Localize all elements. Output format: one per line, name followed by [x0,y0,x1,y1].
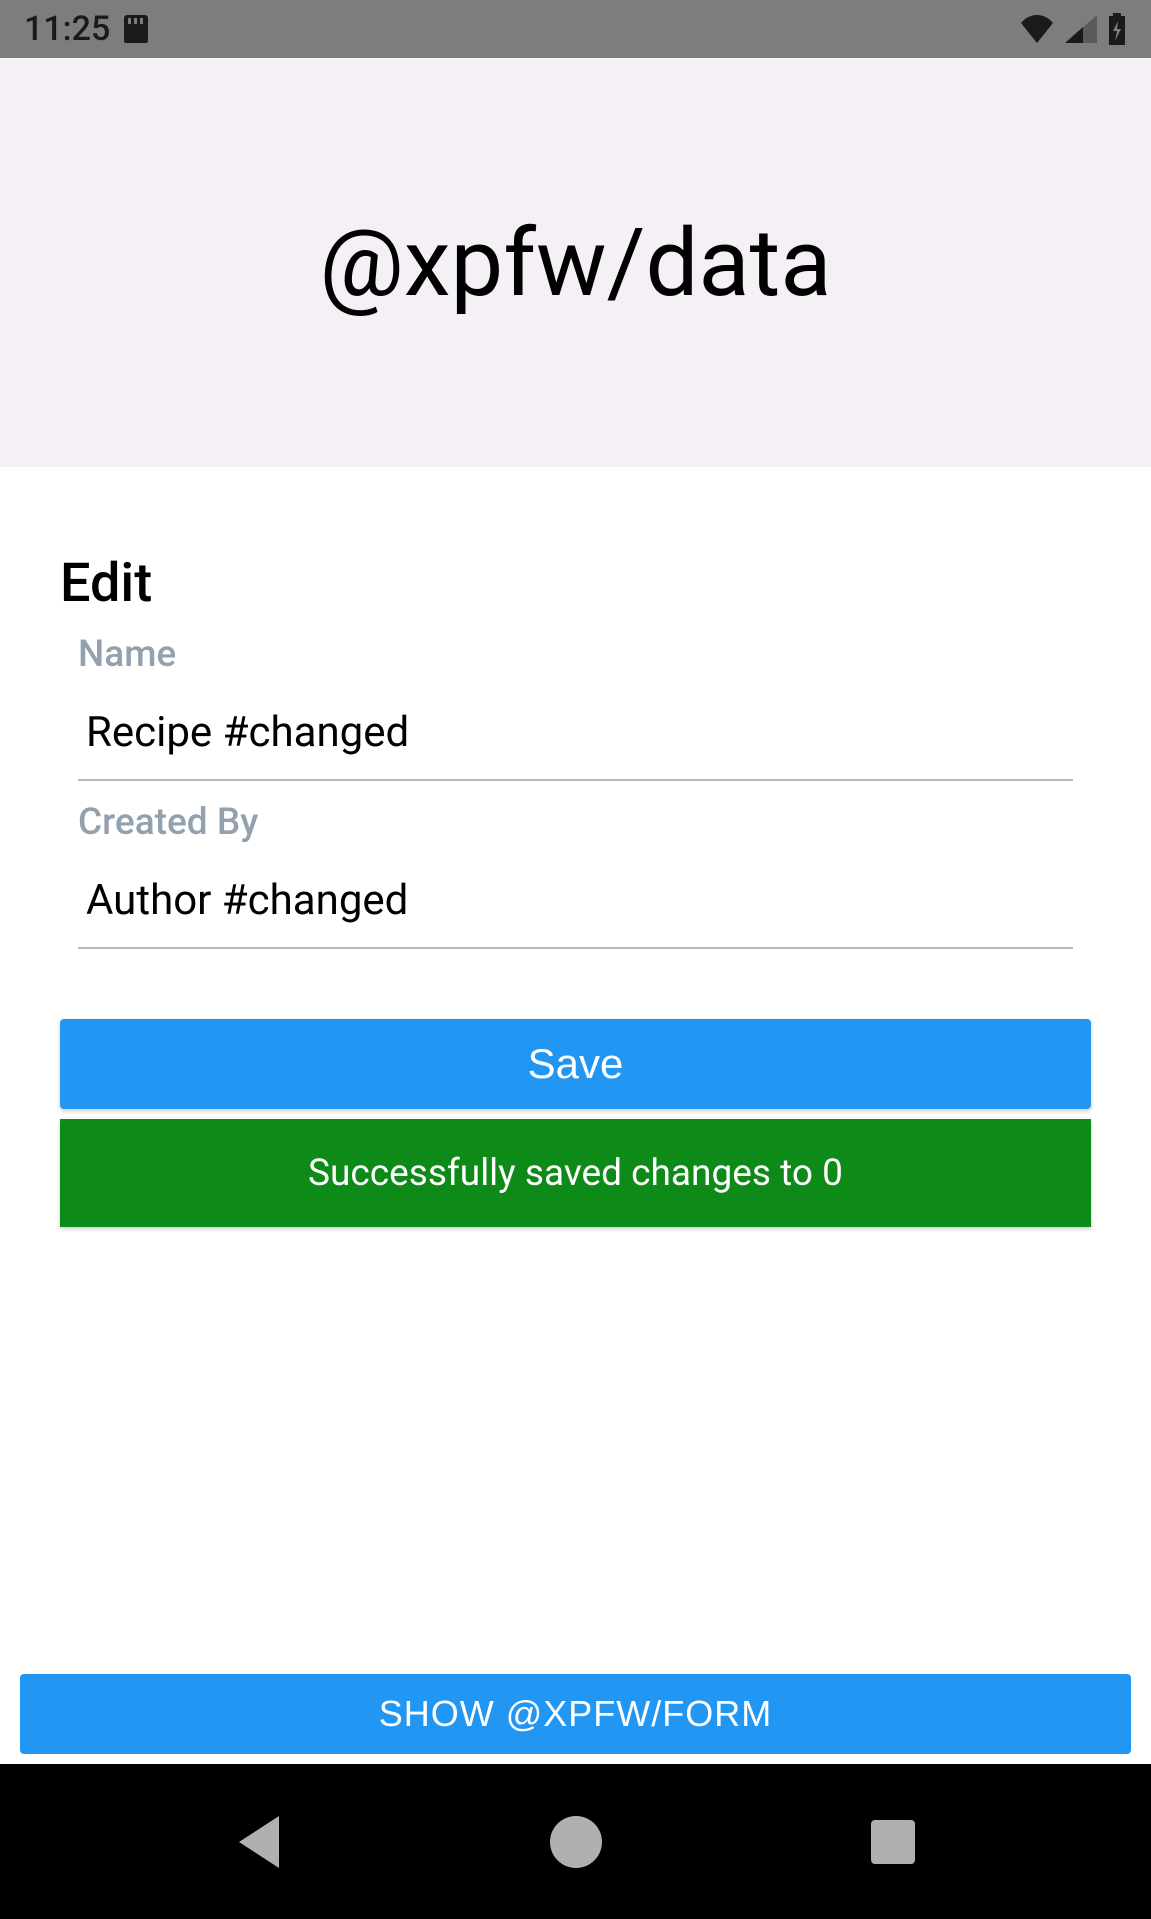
save-button[interactable]: Save [60,1019,1091,1109]
home-circle-icon [550,1816,602,1868]
cellular-signal-icon [1065,15,1097,43]
bottom-section: SHOW @XPFW/FORM [60,1664,1091,1764]
status-left: 11:25 [24,9,148,49]
sd-card-icon [124,15,148,43]
form-group-name: Name [60,633,1091,781]
app-title: @xpfw/data [320,208,832,318]
show-form-button[interactable]: SHOW @XPFW/FORM [20,1674,1131,1754]
form-group-created-by: Created By [60,801,1091,949]
wifi-icon [1019,15,1055,43]
battery-charging-icon [1107,13,1127,45]
nav-home-button[interactable] [548,1814,604,1870]
created-by-label: Created By [78,801,1073,844]
nav-back-button[interactable] [231,1814,287,1870]
name-input[interactable] [78,700,1073,781]
main-content: Edit Name Created By Save Successfully s… [0,467,1151,1764]
back-triangle-icon [239,1816,279,1868]
recent-square-icon [871,1820,915,1864]
nav-recent-button[interactable] [865,1814,921,1870]
success-message: Successfully saved changes to 0 [308,1152,843,1195]
success-banner: Successfully saved changes to 0 [60,1119,1091,1227]
app-header: @xpfw/data [0,58,1151,467]
status-bar: 11:25 [0,0,1151,58]
created-by-input[interactable] [78,868,1073,949]
android-nav-bar [0,1764,1151,1919]
section-title-edit: Edit [60,552,1091,615]
status-right [1019,13,1127,45]
name-label: Name [78,633,1073,676]
status-time: 11:25 [24,9,110,49]
